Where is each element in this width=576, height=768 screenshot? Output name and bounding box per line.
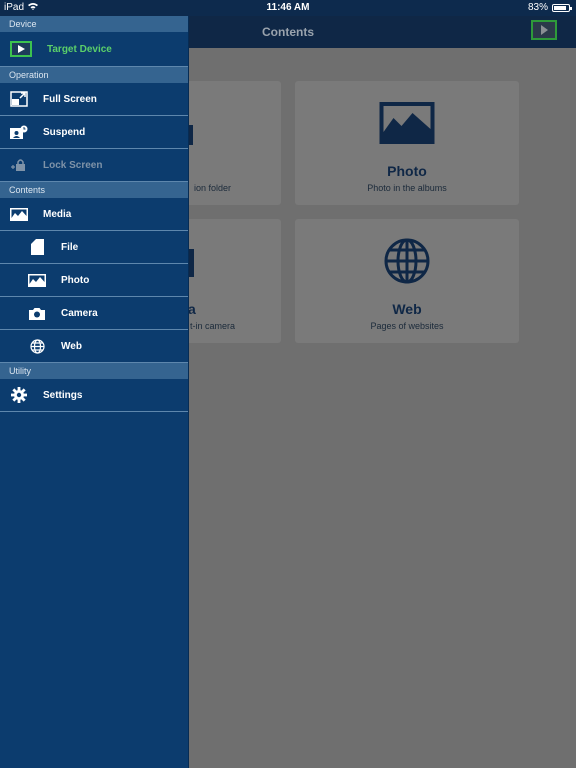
section-header-contents: Contents bbox=[0, 182, 188, 198]
menu-item-label: Target Device bbox=[47, 43, 112, 55]
play-icon bbox=[10, 41, 32, 57]
battery-percent: 83% bbox=[527, 2, 548, 13]
section-header-device: Device bbox=[0, 16, 188, 32]
menu-item-lock-screen[interactable]: Lock Screen bbox=[0, 149, 188, 182]
menu-item-label: Camera bbox=[61, 307, 98, 319]
status-bar: iPad 11:46 AM 83% bbox=[0, 0, 576, 16]
file-icon bbox=[28, 239, 46, 255]
full-screen-icon bbox=[10, 91, 28, 107]
menu-item-label: Media bbox=[43, 208, 72, 220]
photo-icon bbox=[379, 102, 435, 149]
menu-item-photo[interactable]: Photo bbox=[0, 264, 188, 297]
card-subtitle: Photo in the albums bbox=[367, 183, 447, 193]
camera-icon bbox=[28, 306, 46, 320]
card-title: Photo bbox=[387, 163, 427, 179]
card-title: a bbox=[188, 301, 196, 317]
menu-item-media[interactable]: Media bbox=[0, 198, 188, 231]
gear-icon bbox=[10, 387, 28, 403]
target-device-button[interactable] bbox=[531, 20, 557, 40]
image-icon bbox=[10, 207, 28, 221]
section-header-utility: Utility bbox=[0, 363, 188, 379]
menu-item-label: Photo bbox=[61, 274, 90, 286]
menu-item-full-screen[interactable]: Full Screen bbox=[0, 83, 188, 116]
menu-item-label: Web bbox=[61, 340, 82, 352]
photo-icon bbox=[28, 273, 46, 287]
menu-item-label: File bbox=[61, 241, 79, 253]
menu-item-label: Settings bbox=[43, 389, 83, 401]
lock-icon bbox=[10, 158, 28, 172]
menu-item-suspend[interactable]: Suspend bbox=[0, 116, 188, 149]
battery-icon bbox=[552, 3, 572, 12]
status-time: 11:46 AM bbox=[266, 2, 310, 13]
globe-icon bbox=[384, 238, 430, 289]
globe-icon bbox=[28, 338, 46, 354]
menu-item-camera[interactable]: Camera bbox=[0, 297, 188, 330]
suspend-icon bbox=[10, 125, 28, 139]
menu-item-label: Full Screen bbox=[43, 93, 97, 105]
menu-item-web[interactable]: Web bbox=[0, 330, 188, 363]
menu-item-label: Suspend bbox=[43, 126, 86, 138]
menu-item-label: Lock Screen bbox=[43, 159, 103, 171]
side-menu: Device Target Device Operation Full Scre… bbox=[0, 16, 189, 768]
card-subtitle: Pages of websites bbox=[370, 321, 444, 331]
card-web[interactable]: Web Pages of websites bbox=[295, 219, 519, 343]
status-right: 83% bbox=[527, 2, 572, 13]
menu-item-file[interactable]: File bbox=[0, 231, 188, 264]
menu-item-settings[interactable]: Settings bbox=[0, 379, 188, 412]
section-header-operation: Operation bbox=[0, 67, 188, 83]
menu-item-target-device[interactable]: Target Device bbox=[0, 32, 188, 67]
card-photo[interactable]: Photo Photo in the albums bbox=[295, 81, 519, 205]
card-title: Web bbox=[392, 301, 422, 317]
card-subtitle: t-in camera bbox=[190, 321, 236, 331]
